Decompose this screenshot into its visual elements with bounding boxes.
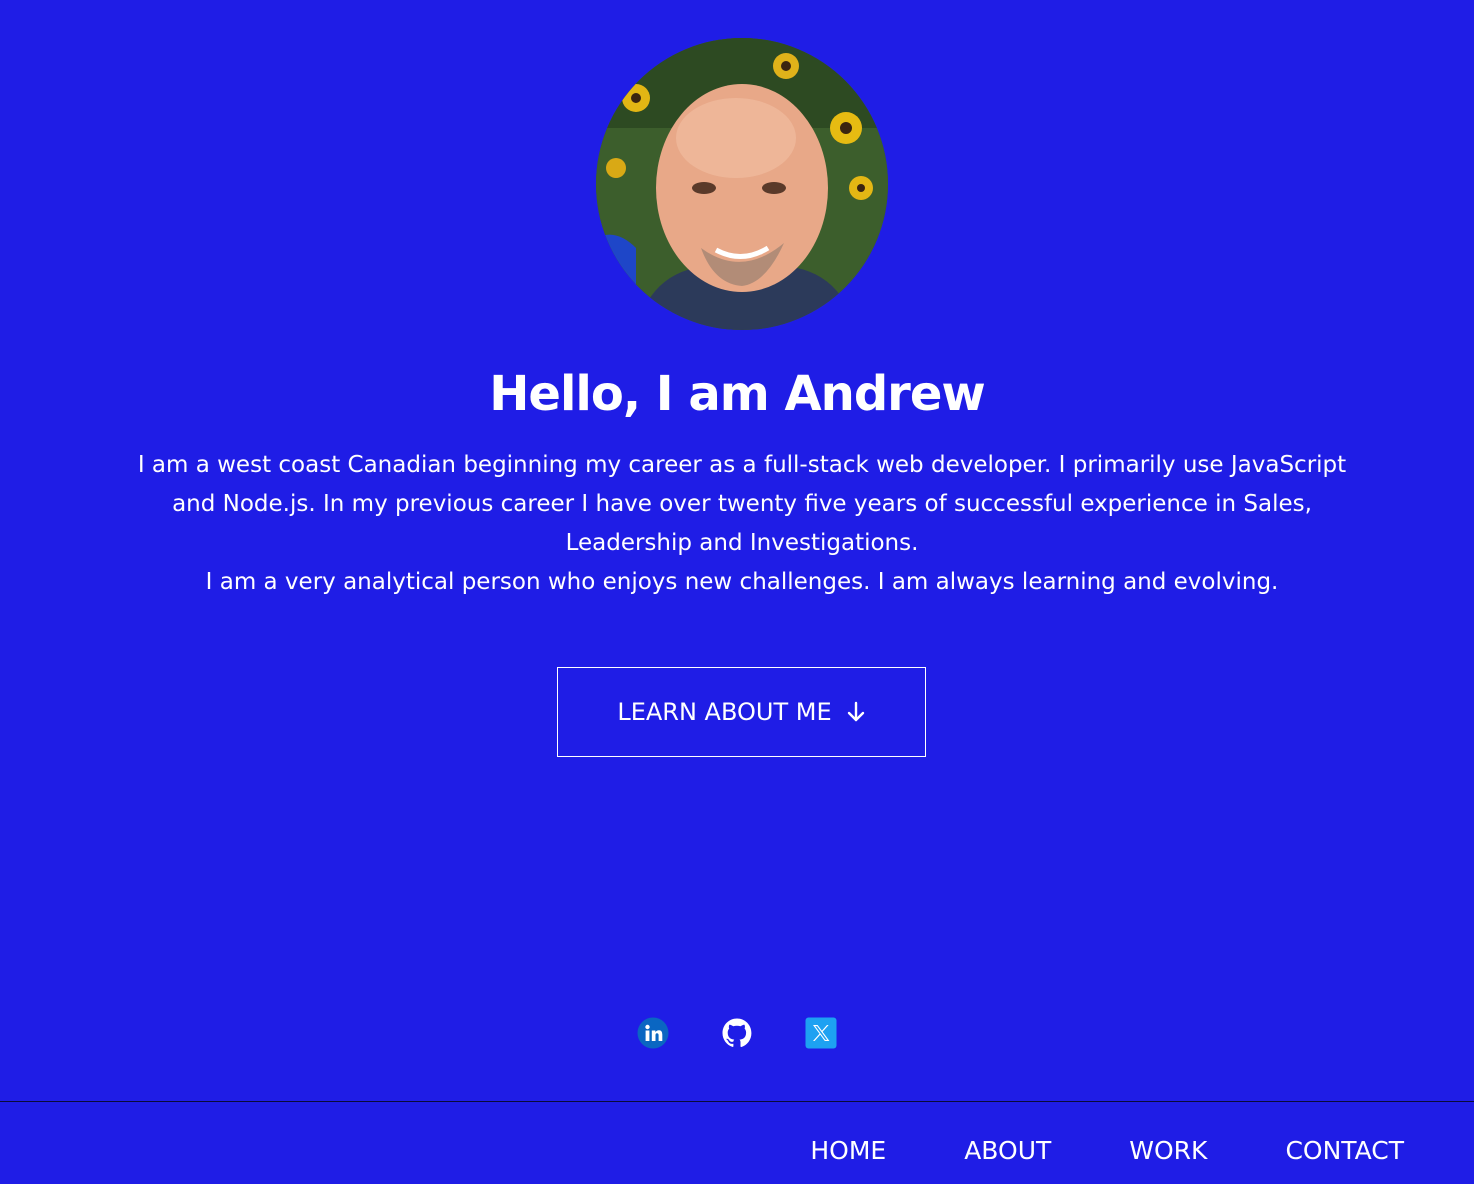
- learn-about-me-button[interactable]: LEARN ABOUT ME: [557, 667, 926, 757]
- nav-item-home[interactable]: HOME: [810, 1130, 886, 1172]
- bottom-nav: HOME ABOUT WORK CONTACT: [810, 1130, 1404, 1172]
- learn-about-me-label: LEARN ABOUT ME: [617, 698, 832, 726]
- arrow-down-icon: [847, 701, 864, 722]
- linkedin-icon[interactable]: [637, 1017, 669, 1049]
- hero-section: Hello, I am Andrew I am a west coast Can…: [0, 0, 1474, 1101]
- nav-item-about[interactable]: ABOUT: [964, 1130, 1051, 1172]
- profile-photo: [596, 38, 888, 330]
- profile-photo-illustration: [596, 38, 888, 330]
- bio-paragraph: I am a west coast Canadian beginning my …: [137, 452, 1347, 556]
- social-links: [0, 1017, 1474, 1049]
- bio-text: I am a west coast Canadian beginning my …: [130, 446, 1354, 602]
- bio-paragraph: I am a very analytical person who enjoys…: [205, 569, 1279, 595]
- footer-divider: [0, 1101, 1474, 1102]
- nav-item-work[interactable]: WORK: [1129, 1130, 1207, 1172]
- nav-item-contact[interactable]: CONTACT: [1285, 1130, 1404, 1172]
- page-title: Hello, I am Andrew: [489, 366, 986, 422]
- github-icon[interactable]: [721, 1017, 753, 1049]
- x-icon[interactable]: [805, 1017, 837, 1049]
